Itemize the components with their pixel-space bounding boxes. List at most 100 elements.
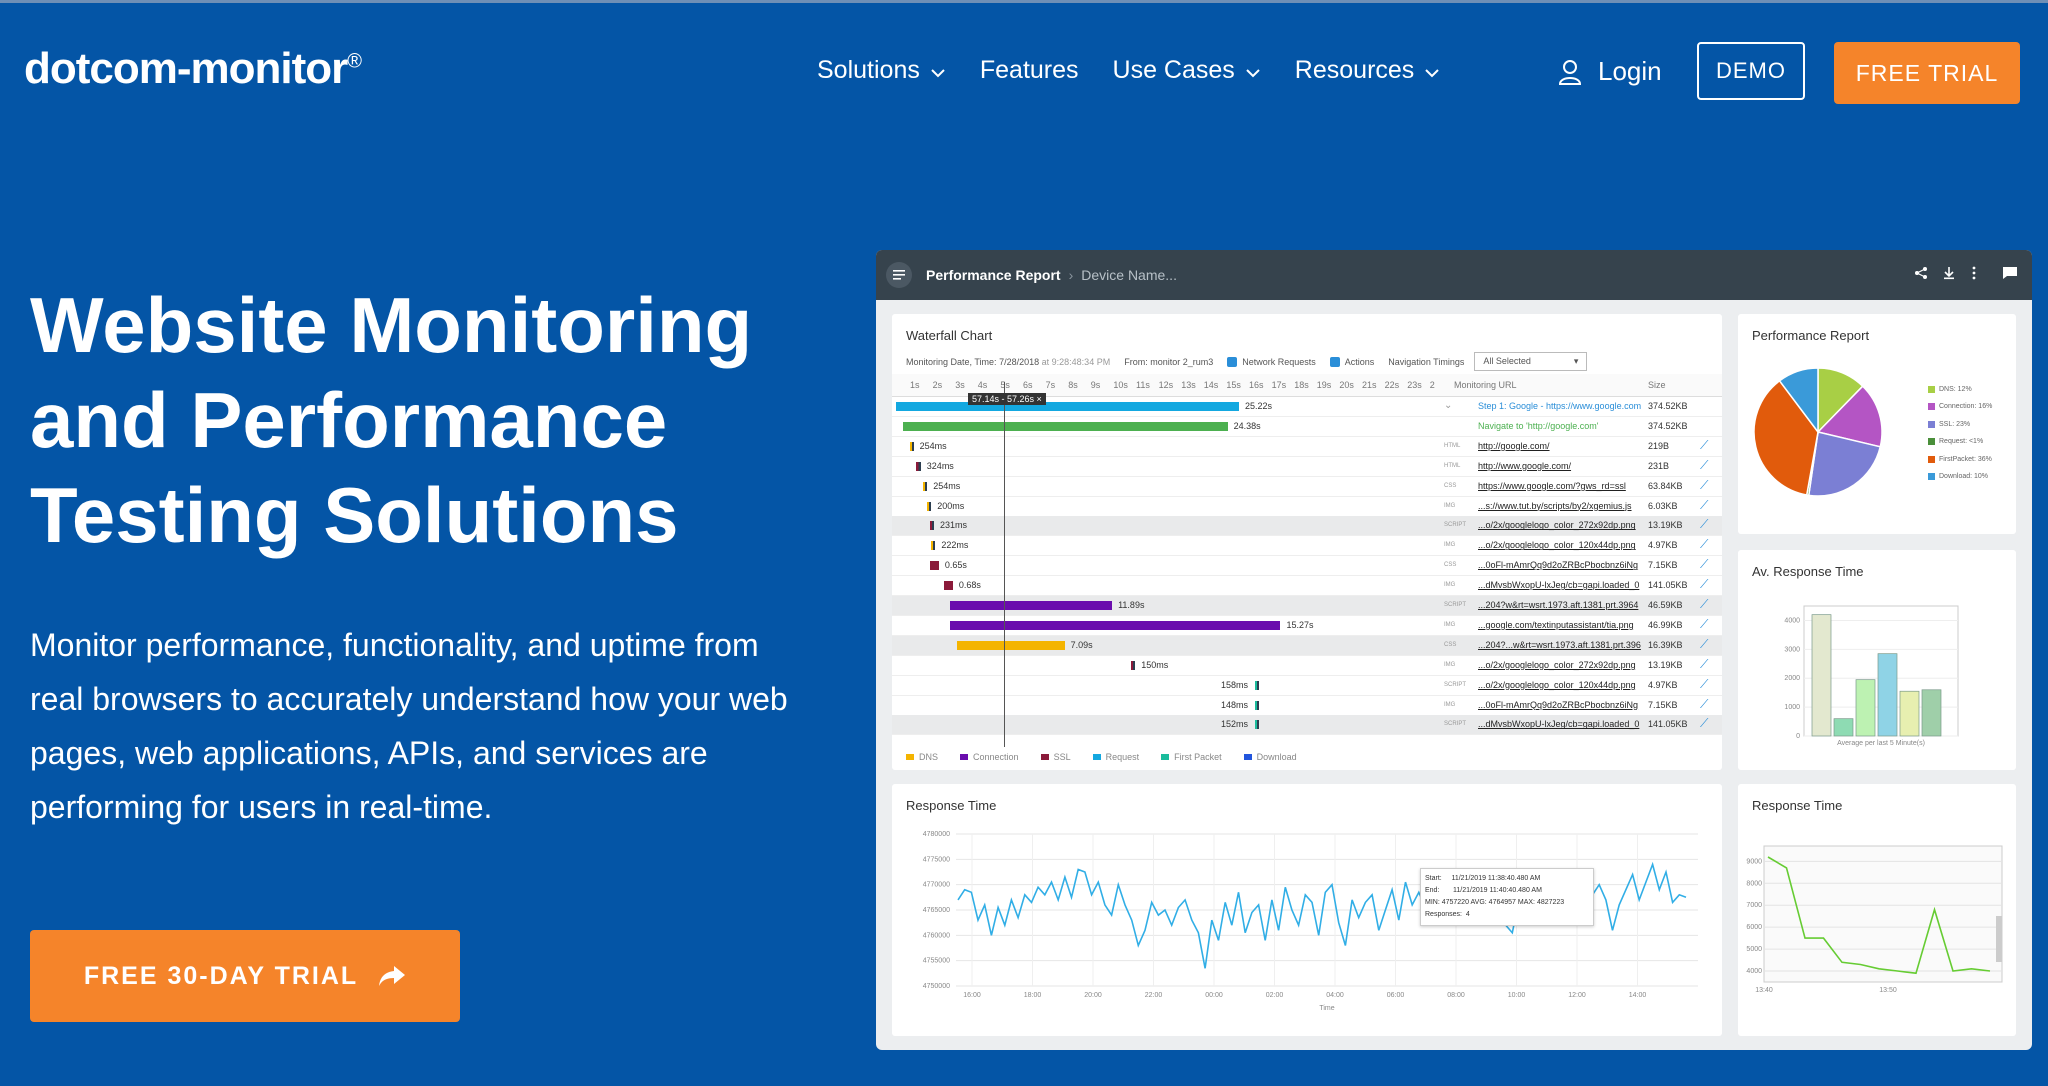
timeline-tick: 12s <box>1158 380 1174 390</box>
resource-url[interactable]: ...o/2x/googlelogo_color_272x92dp.png <box>1478 520 1636 530</box>
trend-icon[interactable]: ⟋ <box>1700 637 1708 652</box>
waterfall-row[interactable]: 200ms IMG ...s://www.tut.by/scripts/by2/xg… <box>892 497 1722 517</box>
waterfall-row[interactable]: 152ms SCRIPT ...dMvsbWxopU-lxJeg/cb=gapi.l… <box>892 715 1722 736</box>
tip-responses: 4 <box>1465 911 1470 918</box>
login-link[interactable]: Login <box>1558 56 1662 87</box>
trend-icon[interactable]: ⟋ <box>1700 597 1708 612</box>
waterfall-row[interactable]: 7.09s CSS ...204?...w&rt=wsrt.1973.aft.138… <box>892 635 1722 656</box>
trend-icon[interactable]: ⟋ <box>1700 657 1708 672</box>
trend-icon[interactable]: ⟋ <box>1700 677 1708 692</box>
network-requests-checkbox[interactable] <box>1227 356 1238 367</box>
waterfall-row[interactable]: 231ms SCRIPT ...o/2x/googlelogo_color_272x… <box>892 516 1722 537</box>
nav-item-features[interactable]: Features <box>980 56 1079 85</box>
waterfall-bar <box>916 461 921 471</box>
waterfall-row[interactable]: 24.38s Navigate to 'http://google.com' 374… <box>892 417 1722 437</box>
resource-url[interactable]: ...o/2x/googlelogo_color_120x44dp.png <box>1478 540 1636 550</box>
waterfall-bar <box>896 402 1239 411</box>
from-value[interactable]: monitor 2_rum3 <box>1150 357 1213 367</box>
share-arrow-icon <box>379 966 406 986</box>
chart-tooltip: Start: 11/21/2019 11:38:40.480 AM End: 1… <box>1420 868 1594 926</box>
x-tick-label: 14:00 <box>1629 992 1647 999</box>
actions-checkbox[interactable] <box>1329 356 1340 367</box>
timeline-tick: 9s <box>1090 380 1101 390</box>
waterfall-row[interactable]: 222ms IMG ...o/2x/googlelogo_color_120x44d… <box>892 536 1722 557</box>
resource-url[interactable]: Navigate to 'http://google.com' <box>1478 421 1599 431</box>
waterfall-bar-label: 0.65s <box>944 560 967 571</box>
trend-icon[interactable]: ⟋ <box>1700 517 1708 532</box>
resource-url[interactable]: ...0oFl-mAmrQq9d2oZRBcPbocbnz6iNg <box>1478 700 1638 710</box>
chat-icon[interactable] <box>2002 266 2018 283</box>
waterfall-bar <box>1255 700 1260 710</box>
y-tick-label: 4770000 <box>923 882 950 889</box>
time-cursor[interactable] <box>1004 382 1005 747</box>
resource-url[interactable]: ...dMvsbWxopU-lxJeg/cb=gapi.loaded_0 <box>1478 580 1639 590</box>
tip-start-label: Start: <box>1425 875 1442 882</box>
resource-url[interactable]: ...dMvsbWxopU-lxJeg/cb=gapi.loaded_0 <box>1478 719 1639 729</box>
cta-label: FREE 30-DAY TRIAL <box>83 961 359 990</box>
trend-icon[interactable]: ⟋ <box>1700 458 1708 473</box>
timeline-tick: 18s <box>1294 380 1309 390</box>
free-30-day-trial-button[interactable]: FREE 30-DAY TRIAL <box>30 930 460 1022</box>
timeline-tick: 1s <box>910 380 920 390</box>
trend-icon[interactable]: ⟋ <box>1700 438 1708 453</box>
resource-url[interactable]: http://www.google.com/ <box>1478 461 1571 471</box>
trend-icon[interactable]: ⟋ <box>1700 498 1708 513</box>
trend-icon[interactable]: ⟋ <box>1700 697 1708 712</box>
waterfall-row[interactable]: 0.68s IMG ...dMvsbWxopU-lxJeg/cb=gapi.load… <box>892 576 1722 597</box>
waterfall-row[interactable]: 0.65s CSS ...0oFl-mAmrQq9d2oZRBcPbocbnz6iN… <box>892 556 1722 577</box>
legend-item: Connection <box>960 752 1019 762</box>
waterfall-row[interactable]: 254ms HTML http://google.com/219B ⟋ <box>892 437 1722 457</box>
breadcrumb-main[interactable]: Performance Report <box>926 267 1061 283</box>
brand-logo[interactable]: dotcom-monitor® <box>24 44 362 94</box>
resource-url[interactable]: ...o/2x/googlelogo_color_272x92dp.png <box>1478 660 1636 670</box>
resource-url[interactable]: Step 1: Google - https://www.google.com <box>1478 401 1641 411</box>
legend-label: Request <box>1105 752 1140 762</box>
menu-icon[interactable] <box>886 262 912 288</box>
waterfall-row[interactable]: 254ms CSS https://www.google.com/?gws_rd=s… <box>892 477 1722 497</box>
bar <box>1877 653 1898 737</box>
more-vert-icon[interactable] <box>1970 266 1978 283</box>
waterfall-card: Waterfall Chart Monitoring Date, Time: 7… <box>892 314 1722 770</box>
share-icon[interactable] <box>1914 266 1928 283</box>
avg-response-card: Av. Response Time 0 1000 2000 3000 4000 Avera… <box>1738 550 2016 770</box>
timeline-tick: 13s <box>1181 380 1196 390</box>
trend-icon[interactable]: ⟋ <box>1700 557 1708 572</box>
demo-button[interactable]: DEMO <box>1697 42 1805 100</box>
waterfall-bar-label: 254ms <box>933 480 961 491</box>
resource-url[interactable]: ...204?w&rt=wsrt.1973.aft.1381.prt.3964 <box>1478 600 1638 610</box>
nav-timings-select[interactable]: All Selected ▾ <box>1474 352 1588 371</box>
legend-swatch <box>1040 754 1049 760</box>
nav-item-resources[interactable]: Resources <box>1295 56 1441 85</box>
waterfall-row[interactable]: 150ms IMG ...o/2x/googlelogo_color_272x92d… <box>892 656 1722 676</box>
waterfall-row[interactable]: 158ms SCRIPT ...o/2x/googlelogo_color_120x… <box>892 676 1722 696</box>
breadcrumb-sub[interactable]: Device Name... <box>1081 267 1177 283</box>
pie-legend-label: SSL: 23% <box>1939 420 1971 428</box>
resource-url[interactable]: ...s://www.tut.by/scripts/by2/xgemius.js <box>1478 501 1632 511</box>
waterfall-row[interactable]: 15.27s IMG ...google.com/textinputassistan… <box>892 616 1722 636</box>
trend-icon[interactable]: ⟋ <box>1700 577 1708 592</box>
waterfall-row[interactable]: 324ms HTML http://www.google.com/231B ⟋ <box>892 457 1722 477</box>
response-time-small-card: Response Time 4000 5000 6000 7000 8000 9000 13… <box>1738 784 2016 1036</box>
trend-icon[interactable]: ⟋ <box>1700 716 1708 731</box>
resource-url[interactable]: ...o/2x/googlelogo_color_120x44dp.png <box>1478 680 1636 690</box>
x-tick-label: 08:00 <box>1447 992 1465 999</box>
waterfall-bar <box>923 481 928 491</box>
resource-url[interactable]: ...0oFl-mAmrQq9d2oZRBcPbocbnz6iNg <box>1478 560 1638 570</box>
resource-url[interactable]: http://google.com/ <box>1478 441 1550 451</box>
nav-item-use-cases[interactable]: Use Cases <box>1113 56 1261 85</box>
waterfall-row[interactable]: 148ms IMG ...0oFl-mAmrQq9d2oZRBcPbocbnz6iN… <box>892 696 1722 716</box>
resource-url[interactable]: ...204?...w&rt=wsrt.1973.aft.1381.prt.39… <box>1478 640 1641 650</box>
expand-chevron-icon[interactable]: ⌄ <box>1444 400 1452 411</box>
free-trial-button[interactable]: FREE TRIAL <box>1834 42 2020 104</box>
download-icon[interactable] <box>1942 266 1956 283</box>
resource-size: 4.97KB <box>1648 679 1678 690</box>
resource-url[interactable]: https://www.google.com/?gws_rd=ssl <box>1478 481 1626 491</box>
trend-icon[interactable]: ⟋ <box>1700 537 1708 552</box>
waterfall-bar <box>1255 720 1260 730</box>
trend-icon[interactable]: ⟋ <box>1700 617 1708 632</box>
timeline-tick: 5s <box>1000 380 1010 390</box>
trend-icon[interactable]: ⟋ <box>1700 478 1708 493</box>
waterfall-row[interactable]: 11.89s SCRIPT ...204?w&rt=wsrt.1973.aft.13… <box>892 596 1722 616</box>
nav-item-solutions[interactable]: Solutions <box>817 56 946 85</box>
resource-url[interactable]: ...google.com/textinputassistant/tia.png <box>1478 620 1634 630</box>
